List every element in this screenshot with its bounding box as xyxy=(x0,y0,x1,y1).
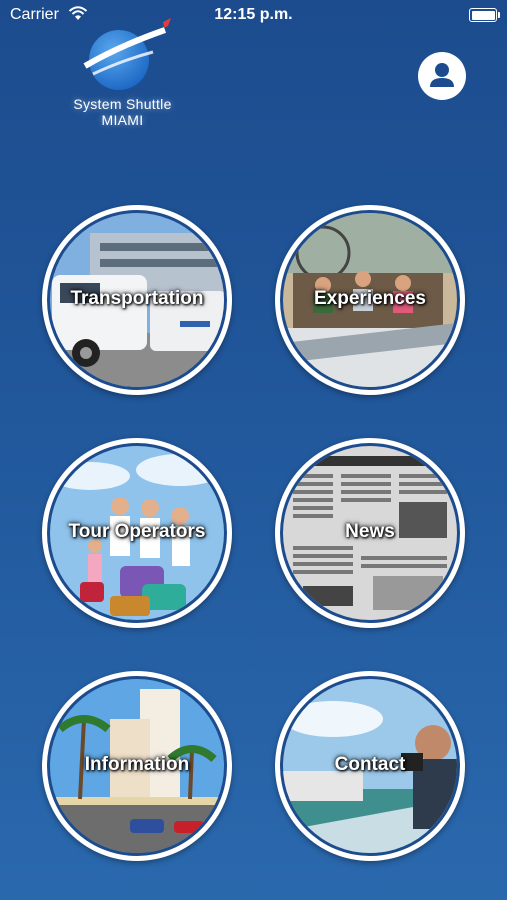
tile-label: Experiences xyxy=(314,288,426,309)
app-logo: System Shuttle MIAMI xyxy=(60,16,185,136)
tile-label: Tour Operators xyxy=(68,521,206,542)
tile-news[interactable]: News xyxy=(275,438,465,628)
logo-title: System Shuttle xyxy=(73,96,172,112)
tile-label: Contact xyxy=(334,754,406,775)
tile-label: Information xyxy=(84,754,190,775)
profile-button[interactable] xyxy=(418,52,466,100)
tile-experiences[interactable]: Experiences xyxy=(275,205,465,395)
user-icon xyxy=(430,63,454,87)
battery-icon xyxy=(469,8,500,22)
tile-label: News xyxy=(345,521,395,542)
tile-tour-operators[interactable]: Tour Operators xyxy=(42,438,232,628)
tile-label: Transportation xyxy=(70,288,204,309)
logo-subtitle: MIAMI xyxy=(101,112,144,128)
tile-information[interactable]: Information xyxy=(42,671,232,861)
tile-transportation[interactable]: Transportation xyxy=(42,205,232,395)
tile-contact[interactable]: Contact xyxy=(275,671,465,861)
globe-plane-icon xyxy=(82,18,171,90)
